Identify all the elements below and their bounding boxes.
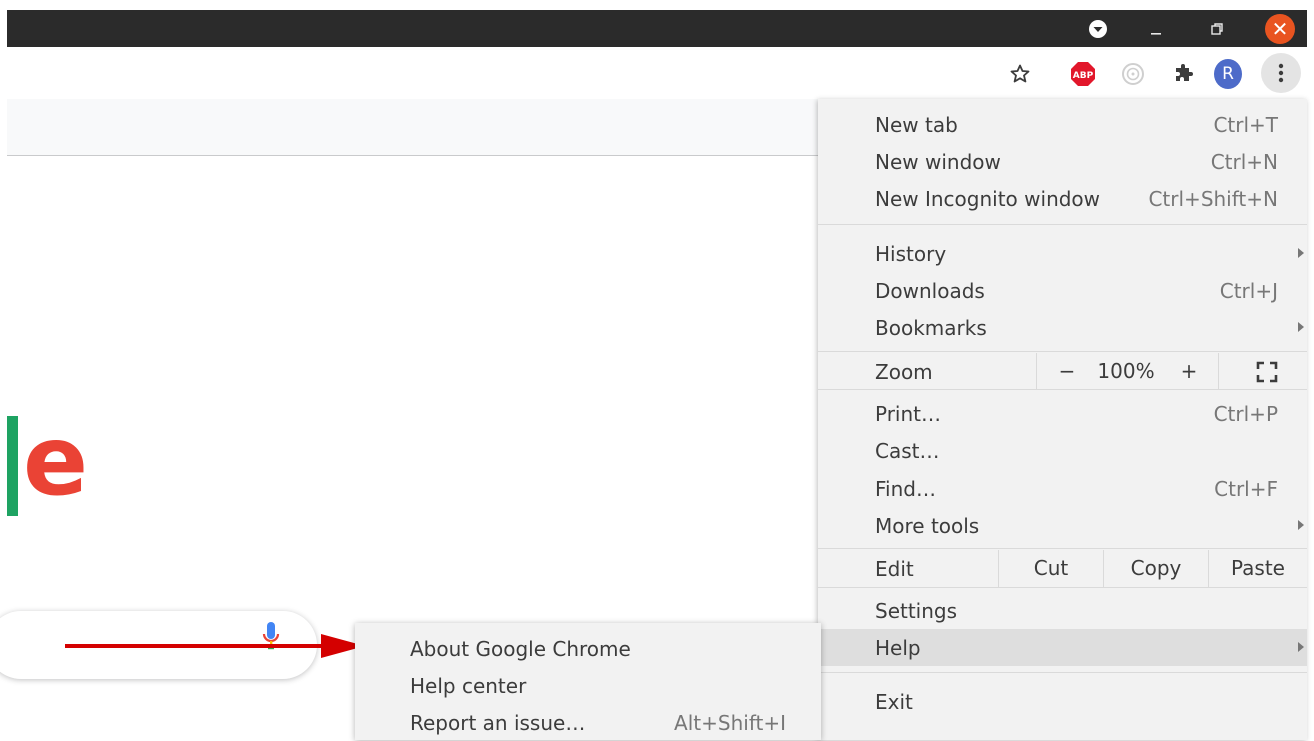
restore-button[interactable] — [1197, 10, 1237, 47]
cut-button[interactable]: Cut — [999, 550, 1103, 587]
menu-separator — [818, 672, 1307, 673]
menu-item-more-tools[interactable]: More tools — [818, 507, 1307, 544]
menu-item-help[interactable]: Help — [818, 629, 1307, 666]
submenu-arrow-icon — [1298, 248, 1304, 258]
paste-button[interactable]: Paste — [1209, 550, 1307, 587]
zoom-label: Zoom — [875, 360, 933, 384]
bookmark-star-icon[interactable] — [1006, 60, 1034, 88]
menu-item-shortcut: Ctrl+P — [1213, 402, 1278, 426]
fullscreen-icon — [1256, 361, 1278, 382]
menu-item-label: Find… — [875, 477, 936, 501]
fullscreen-button[interactable] — [1248, 353, 1286, 390]
menu-item-label: History — [875, 242, 947, 266]
zoom-in-button[interactable]: + — [1172, 353, 1206, 390]
menu-item-find[interactable]: Find… Ctrl+F — [818, 470, 1307, 507]
menu-item-new-incognito-window[interactable]: New Incognito window Ctrl+Shift+N — [818, 180, 1307, 217]
menu-item-exit[interactable]: Exit — [818, 683, 1307, 720]
menu-item-label: Bookmarks — [875, 316, 987, 340]
submenu-item-shortcut: Alt+Shift+I — [674, 711, 786, 735]
menu-item-label: New window — [875, 150, 1001, 174]
menu-item-label: More tools — [875, 514, 980, 538]
google-logo-l — [7, 416, 18, 516]
minimize-button[interactable] — [1136, 10, 1176, 47]
menu-item-bookmarks[interactable]: Bookmarks — [818, 309, 1307, 346]
kebab-menu-button[interactable] — [1261, 53, 1301, 93]
adblock-plus-icon[interactable]: ABP — [1069, 60, 1097, 88]
profile-avatar[interactable]: R — [1214, 59, 1242, 89]
browser-toolbar: ABP R — [7, 47, 1307, 99]
submenu-item-about-chrome[interactable]: About Google Chrome — [355, 630, 821, 667]
zoom-divider — [1218, 353, 1219, 390]
menu-item-shortcut: Ctrl+N — [1210, 150, 1278, 174]
menu-item-cast[interactable]: Cast… — [818, 432, 1307, 469]
menu-item-label: Settings — [875, 599, 958, 623]
submenu-arrow-icon — [1298, 642, 1304, 652]
menu-item-new-window[interactable]: New window Ctrl+N — [818, 143, 1307, 180]
menu-separator — [818, 389, 1307, 390]
submenu-arrow-icon — [1298, 322, 1304, 332]
submenu-item-report-issue[interactable]: Report an issue… Alt+Shift+I — [355, 704, 821, 741]
menu-separator — [818, 587, 1307, 588]
extension-target-icon[interactable] — [1119, 60, 1147, 88]
menu-item-label: New Incognito window — [875, 187, 1101, 211]
menu-item-label: Downloads — [875, 279, 985, 303]
copy-button[interactable]: Copy — [1104, 550, 1208, 587]
menu-item-label: New tab — [875, 113, 958, 137]
submenu-item-help-center[interactable]: Help center — [355, 667, 821, 704]
zoom-divider — [1036, 353, 1037, 390]
submenu-item-label: Help center — [410, 674, 527, 698]
menu-item-shortcut: Ctrl+T — [1213, 113, 1278, 137]
extensions-puzzle-icon[interactable] — [1169, 60, 1197, 88]
avatar-letter: R — [1214, 59, 1242, 89]
menu-item-new-tab[interactable]: New tab Ctrl+T — [818, 106, 1307, 143]
submenu-arrow-icon — [1298, 520, 1304, 530]
annotation-arrow — [65, 629, 365, 673]
edit-label: Edit — [875, 557, 914, 581]
menu-item-label: Help — [875, 636, 921, 660]
menu-separator — [818, 548, 1307, 549]
menu-separator — [818, 351, 1307, 352]
menu-item-shortcut: Ctrl+J — [1219, 279, 1278, 303]
menu-item-label: Print… — [875, 402, 942, 426]
menu-row-zoom: Zoom − 100% + — [818, 353, 1307, 390]
menu-item-shortcut: Ctrl+Shift+N — [1148, 187, 1278, 211]
menu-separator — [818, 224, 1307, 225]
submenu-item-label: About Google Chrome — [410, 637, 631, 661]
submenu-item-label: Report an issue… — [410, 711, 586, 735]
help-submenu: About Google Chrome Help center Report a… — [355, 623, 821, 740]
close-icon: ✕ — [1265, 13, 1295, 44]
menu-row-edit: Edit Cut Copy Paste — [818, 550, 1307, 587]
zoom-level: 100% — [1097, 359, 1155, 383]
menu-item-settings[interactable]: Settings — [818, 592, 1307, 629]
chevron-down-icon[interactable] — [1078, 10, 1118, 47]
menu-item-history[interactable]: History — [818, 235, 1307, 272]
menu-item-shortcut: Ctrl+F — [1214, 477, 1278, 501]
menu-item-downloads[interactable]: Downloads Ctrl+J — [818, 272, 1307, 309]
menu-item-print[interactable]: Print… Ctrl+P — [818, 395, 1307, 432]
more-vertical-icon — [1278, 63, 1284, 83]
close-button[interactable]: ✕ — [1260, 10, 1300, 47]
zoom-out-button[interactable]: − — [1050, 353, 1084, 390]
window-titlebar: ✕ — [7, 10, 1307, 47]
adblock-label: ABP — [1073, 71, 1094, 81]
menu-item-label: Cast… — [875, 439, 940, 463]
google-logo-e: e — [23, 405, 88, 517]
menu-item-label: Exit — [875, 690, 913, 714]
chrome-main-menu: New tab Ctrl+T New window Ctrl+N New Inc… — [818, 99, 1307, 740]
